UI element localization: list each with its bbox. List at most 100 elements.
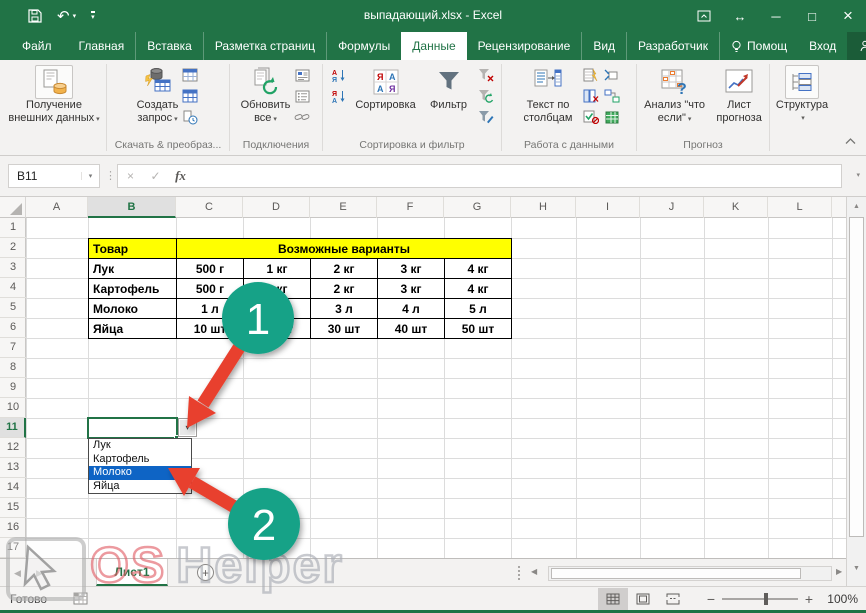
row-header-2[interactable]: 2 (0, 238, 26, 258)
text-to-columns-button[interactable]: Текст по столбцам (517, 63, 579, 125)
cancel-icon[interactable]: × (118, 169, 143, 183)
row-header-9[interactable]: 9 (0, 378, 26, 398)
column-header-F[interactable]: F (377, 197, 444, 218)
table-cell[interactable]: 20 шт (244, 319, 311, 339)
scroll-right-icon[interactable]: ▶ (836, 567, 842, 576)
select-all-corner[interactable] (0, 197, 26, 218)
scroll-down-icon[interactable]: ▼ (847, 559, 866, 577)
table-cell[interactable]: 1 кг (244, 259, 311, 279)
table-cell[interactable]: 50 шт (445, 319, 512, 339)
forecast-sheet-button[interactable]: Лист прогноза (712, 63, 766, 125)
table-cell[interactable]: 3 л (311, 299, 378, 319)
relationships-icon[interactable] (603, 88, 621, 104)
connection-properties-icon[interactable] (293, 67, 311, 83)
table-cell[interactable]: 2 л (244, 299, 311, 319)
table-cell[interactable]: Яйца (89, 319, 177, 339)
tab-page-layout[interactable]: Разметка страниц (203, 32, 326, 60)
name-box-caret-icon[interactable]: ▾ (81, 172, 99, 180)
table-cell[interactable]: Лук (89, 259, 177, 279)
vertical-scrollbar[interactable]: ▲ ▼ (846, 197, 866, 586)
scroll-up-icon[interactable]: ▲ (847, 197, 866, 215)
column-header-I[interactable]: I (576, 197, 640, 218)
formula-input[interactable]: × ✓ fx (117, 164, 842, 188)
table-header-variants[interactable]: Возможные варианты (177, 239, 512, 259)
sort-ascending-icon[interactable]: АЯ (330, 67, 348, 83)
flash-fill-icon[interactable] (582, 67, 600, 83)
zoom-level[interactable]: 100% (816, 592, 858, 606)
dropdown-item[interactable]: Молоко (89, 466, 191, 480)
dropdown-item[interactable]: Лук (89, 439, 191, 453)
column-header-E[interactable]: E (310, 197, 377, 218)
row-header-13[interactable]: 13 (0, 458, 26, 478)
table-cell[interactable]: 4 л (378, 299, 445, 319)
column-header-L[interactable]: L (768, 197, 832, 218)
refresh-all-button[interactable]: Обновить все▾ (241, 63, 291, 126)
row-header-3[interactable]: 3 (0, 258, 26, 278)
outline-button[interactable]: Структура ▾ (776, 63, 828, 125)
from-table-icon[interactable] (181, 88, 199, 104)
row-header-14[interactable]: 14 (0, 478, 26, 498)
sign-in-button[interactable]: Вход (798, 32, 847, 60)
ribbon-display-options-icon[interactable] (686, 0, 722, 32)
maximize-icon[interactable]: □ (794, 0, 830, 32)
page-break-view-icon[interactable] (658, 588, 688, 610)
row-header-10[interactable]: 10 (0, 398, 26, 418)
table-header-product[interactable]: Товар (89, 239, 177, 259)
tab-file[interactable]: Файл (6, 32, 68, 60)
share-button[interactable]: Общий доступ (847, 32, 866, 60)
enter-icon[interactable]: ✓ (143, 169, 168, 183)
advanced-filter-icon[interactable] (477, 109, 495, 125)
table-cell[interactable]: 4 кг (445, 279, 512, 299)
zoom-slider-handle[interactable] (764, 593, 768, 605)
row-header-5[interactable]: 5 (0, 298, 26, 318)
table-cell[interactable]: 4 кг (445, 259, 512, 279)
table-cell[interactable]: 1 кг (244, 279, 311, 299)
table-cell[interactable]: 500 г (177, 259, 244, 279)
name-box[interactable]: B11 ▾ (8, 164, 100, 188)
tab-formulas[interactable]: Формулы (326, 32, 401, 60)
clear-filter-icon[interactable] (477, 67, 495, 83)
connection-list-icon[interactable] (293, 88, 311, 104)
table-cell[interactable]: 40 шт (378, 319, 445, 339)
column-header-D[interactable]: D (243, 197, 310, 218)
formula-bar-grip[interactable]: ⋮ (105, 169, 116, 182)
tab-data[interactable]: Данные (401, 32, 466, 60)
consolidate-icon[interactable] (603, 67, 621, 83)
table-cell[interactable]: Картофель (89, 279, 177, 299)
table-cell[interactable]: 500 г (177, 279, 244, 299)
column-header-H[interactable]: H (511, 197, 576, 218)
vertical-scrollbar-thumb[interactable] (849, 217, 864, 537)
table-cell[interactable]: 1 л (177, 299, 244, 319)
selected-cell-B11[interactable] (87, 417, 178, 439)
dropdown-item[interactable]: Картофель (89, 453, 191, 467)
manage-data-model-icon[interactable] (603, 109, 621, 125)
row-header-8[interactable]: 8 (0, 358, 26, 378)
data-validation-icon[interactable] (582, 109, 600, 125)
save-icon[interactable] (28, 9, 42, 23)
expand-formula-bar-icon[interactable]: ▾ (856, 171, 860, 179)
column-header-K[interactable]: K (704, 197, 768, 218)
validation-dropdown-button[interactable]: ▾ (178, 418, 197, 437)
close-icon[interactable]: × (830, 0, 866, 32)
table-cell[interactable]: 2 кг (311, 279, 378, 299)
tab-home[interactable]: Главная (68, 32, 136, 60)
worksheet-grid[interactable]: ABCDEFGHIJKL 1234567891011121314151617 Т… (0, 197, 846, 558)
tabs-scrollbar-divider[interactable] (518, 566, 520, 580)
table-cell[interactable]: 3 кг (378, 259, 445, 279)
tab-view[interactable]: Вид (581, 32, 626, 60)
table-cell[interactable]: 30 шт (311, 319, 378, 339)
page-layout-view-icon[interactable] (628, 588, 658, 610)
get-external-data-button[interactable]: Получение внешних данных▾ (8, 63, 99, 126)
table-cell[interactable]: 3 кг (378, 279, 445, 299)
column-header-J[interactable]: J (640, 197, 704, 218)
edit-links-icon[interactable] (293, 109, 311, 125)
row-header-15[interactable]: 15 (0, 498, 26, 518)
new-query-button[interactable]: Создать запрос▾ (137, 63, 179, 126)
minimize-icon[interactable]: ─ (758, 0, 794, 32)
what-if-analysis-button[interactable]: ? Анализ "что если"▾ (640, 63, 709, 126)
table-cell[interactable]: Молоко (89, 299, 177, 319)
tab-developer[interactable]: Разработчик (626, 32, 719, 60)
insert-function-icon[interactable]: fx (168, 168, 193, 184)
remove-duplicates-icon[interactable] (582, 88, 600, 104)
table-cell[interactable]: 10 шт (177, 319, 244, 339)
